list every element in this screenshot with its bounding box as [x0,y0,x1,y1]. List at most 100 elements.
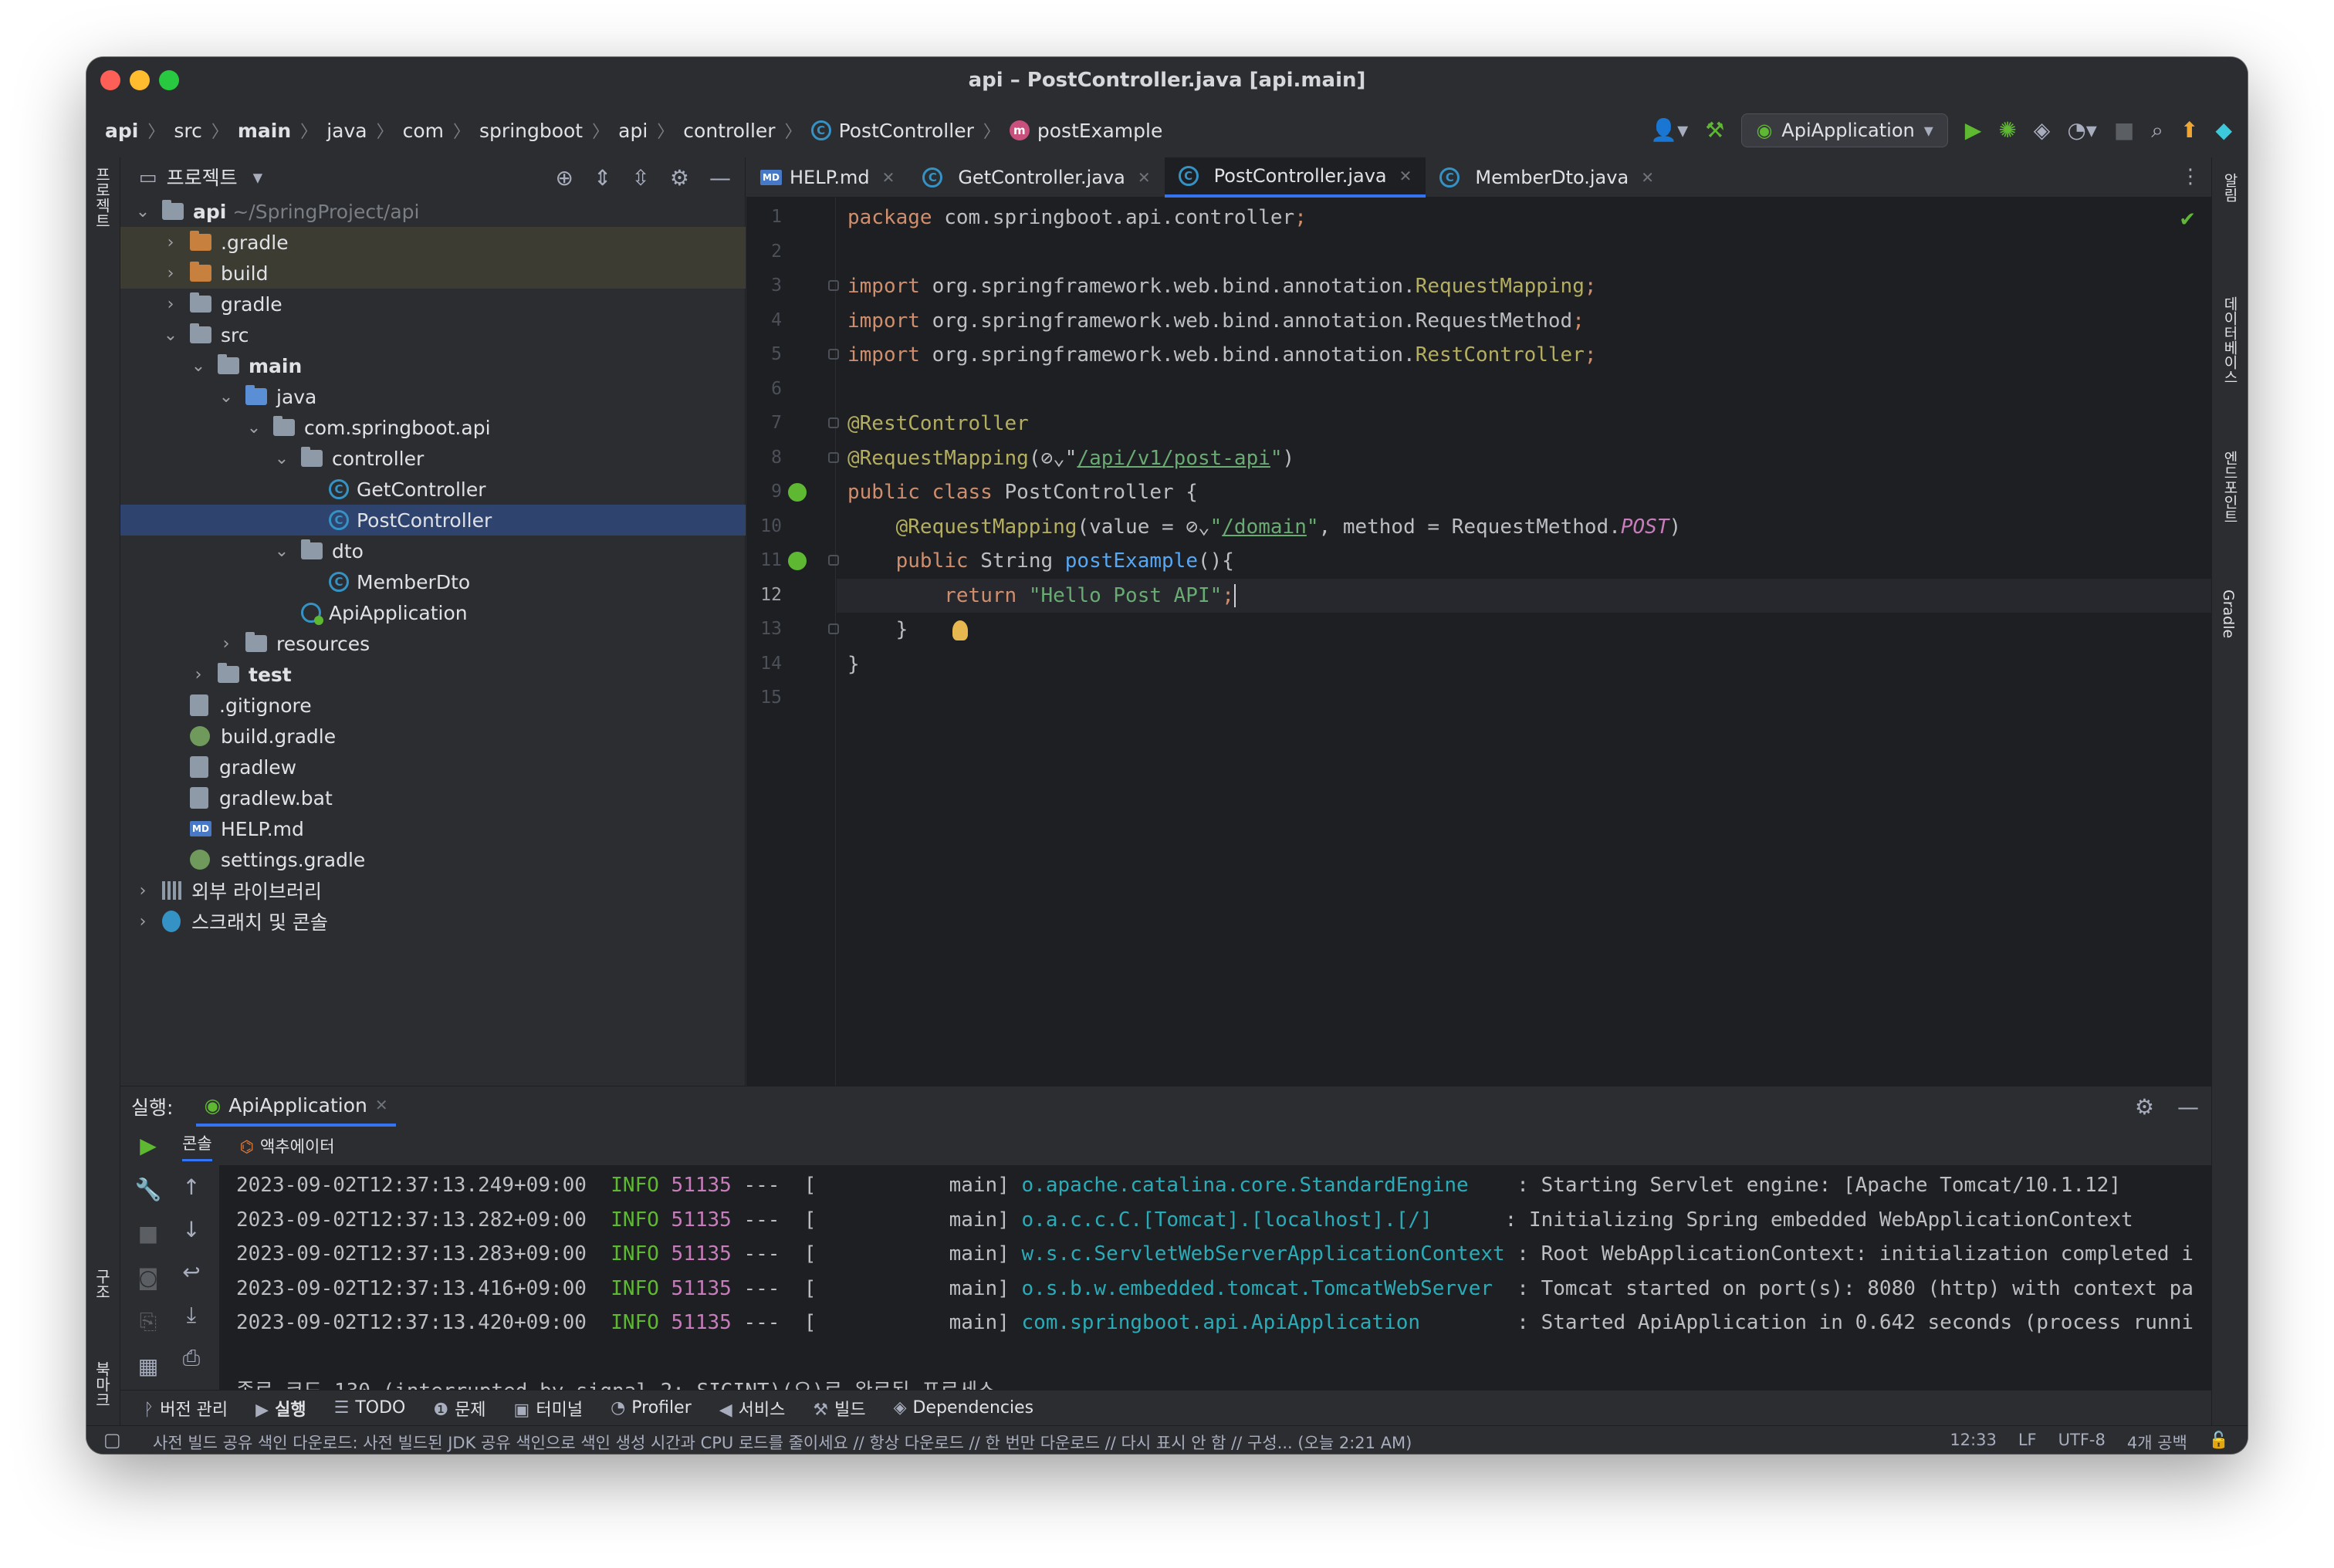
tool-button[interactable]: ◔ Profiler [611,1398,692,1418]
print-icon[interactable]: ⎙ [183,1345,200,1371]
console-output[interactable]: 2023-09-02T12:37:13.249+09:00 INFO 51135… [219,1165,2211,1391]
no-problems-check-icon[interactable]: ✔ [2179,208,2196,231]
tab-console[interactable]: 콘솔 [182,1131,212,1161]
tree-item[interactable]: ⌄ src [120,319,746,350]
wrench-icon[interactable]: 🔧 [135,1177,162,1202]
breadcrumb-item[interactable]: java 〉 [326,118,402,143]
spring-bean-icon[interactable] [788,483,807,502]
collapse-all-icon[interactable]: ⇳ [631,165,649,191]
coverage-icon[interactable]: ◈ [2034,120,2051,141]
scroll-down-icon[interactable]: ↓ [182,1217,200,1242]
lightbulb-icon[interactable] [952,620,968,640]
breadcrumb-item[interactable]: C PostController 〉 [810,118,1010,143]
run-tab-apiapplication[interactable]: ◉ ApiApplication ✕ [196,1086,396,1127]
chevron-down-icon[interactable]: ⌄ [190,357,207,376]
stop-icon[interactable]: ■ [138,1221,158,1246]
tool-button[interactable]: ᚹ 버전 관리 [144,1396,228,1421]
project-title[interactable]: 프로젝트 [167,163,238,191]
tree-item[interactable]: C MemberDto [120,566,746,597]
minimize-window-button[interactable] [130,70,150,90]
close-icon[interactable]: ✕ [1138,168,1151,187]
debug-icon[interactable]: ✺ [1998,120,2016,141]
tool-button[interactable]: ▣ 터미널 [514,1396,584,1421]
user-icon[interactable]: 👤▾ [1650,120,1688,141]
lock-icon[interactable]: 🔓 [2209,1431,2229,1454]
chevron-right-icon[interactable]: › [134,912,151,931]
chevron-down-icon[interactable]: ⌄ [218,387,235,407]
structure-tool-label[interactable]: 구조 [91,1269,113,1299]
chevron-down-icon[interactable]: ⌄ [245,418,262,438]
expand-all-icon[interactable]: ⇕ [594,165,611,191]
tree-item[interactable]: ⌄ api ~/SpringProject/api [120,196,746,227]
close-icon[interactable]: ✕ [882,168,895,187]
breadcrumb-item[interactable]: springboot 〉 [479,118,618,143]
locate-icon[interactable]: ⊕ [555,165,573,191]
file-encoding[interactable]: UTF-8 [2058,1431,2106,1454]
tab-actuator[interactable]: ⌬ 액추에이터 [240,1134,335,1157]
tree-item[interactable]: C PostController [120,505,746,536]
close-icon[interactable]: ✕ [1641,168,1654,187]
breadcrumb-item[interactable]: src 〉 [174,118,238,143]
scroll-up-icon[interactable]: ↑ [182,1174,200,1200]
run-icon[interactable]: ▶ [1965,120,1982,141]
tree-item[interactable]: C GetController [120,474,746,505]
tool-button[interactable]: ▶ 실행 [255,1396,306,1421]
breadcrumb-item[interactable]: m postExample [1009,120,1162,142]
status-message[interactable]: 사전 빌드 공유 색인 다운로드: 사전 빌드된 JDK 공유 색인으로 색인 … [153,1431,1412,1454]
tree-item[interactable]: gradlew [120,752,746,782]
tree-item[interactable]: › build [120,258,746,289]
editor-tab[interactable]: C GetController.java ✕ [908,157,1164,198]
bookmarks-tool-label[interactable]: 북마크 [91,1361,113,1407]
more-icon[interactable]: ⋮ [2180,165,2200,188]
tool-button[interactable]: ❶ 문제 [433,1396,485,1421]
breadcrumb-item[interactable]: api 〉 [618,118,683,143]
tree-item[interactable]: build.gradle [120,721,746,752]
tool-button[interactable]: ◈ Dependencies [894,1398,1034,1418]
breadcrumb-item[interactable]: main 〉 [238,118,326,143]
scroll-to-end-icon[interactable]: ⤓ [187,1302,196,1328]
close-window-button[interactable] [100,70,120,90]
database-tool-label[interactable]: 데이터베이스 [2220,296,2241,384]
code-editor[interactable]: package com.springboot.api.controller; im… [837,198,2211,1086]
tree-item[interactable]: ApiApplication [120,597,746,628]
tree-item[interactable]: ⌄ com.springboot.api [120,412,746,443]
rerun-icon[interactable]: ▶ [140,1133,157,1158]
indent-setting[interactable]: 4개 공백 [2127,1431,2187,1454]
chevron-right-icon[interactable]: › [134,881,151,901]
endpoint-icon[interactable] [788,552,807,570]
close-icon[interactable]: ✕ [1399,167,1412,185]
chevron-down-icon[interactable]: ⌄ [134,202,151,221]
camera-icon[interactable]: ◙ [137,1265,158,1290]
editor-tab[interactable]: C PostController.java ✕ [1164,157,1426,198]
tree-item[interactable]: › gradle [120,289,746,319]
tree-item[interactable]: .gitignore [120,690,746,721]
tree-item[interactable]: ⌄ controller [120,443,746,474]
search-icon[interactable]: ⌕ [2151,120,2163,141]
hide-icon[interactable]: — [2177,1094,2199,1120]
gear-icon[interactable]: ⚙ [2135,1094,2154,1120]
editor-tab[interactable]: C MemberDto.java ✕ [1426,157,1668,198]
tree-item[interactable]: MD HELP.md [120,813,746,844]
chevron-down-icon[interactable]: ▾ [253,166,263,188]
tree-item[interactable]: settings.gradle [120,844,746,875]
tree-item[interactable]: › resources [120,628,746,659]
editor-tab[interactable]: MD HELP.md ✕ [746,157,908,198]
endpoints-tool-label[interactable]: 엔드포인트 [2220,451,2241,524]
tree-item[interactable]: ⌄ java [120,381,746,412]
hide-icon[interactable]: — [709,165,731,191]
chevron-down-icon[interactable]: ⌄ [273,542,290,561]
maximize-window-button[interactable] [159,70,179,90]
update-icon[interactable]: ⬆ [2180,120,2198,141]
tree-item[interactable]: ⌄ main [120,350,746,381]
layout-icon[interactable]: ▦ [138,1353,158,1379]
tree-item[interactable]: › test [120,659,746,690]
gradle-tool-label[interactable]: Gradle [2220,590,2237,638]
caret-position[interactable]: 12:33 [1950,1431,1997,1454]
build-hammer-icon[interactable]: ⚒ [1705,120,1724,141]
project-tool-label[interactable]: 프로젝트 [91,167,113,228]
tree-item[interactable]: ⌄ dto [120,536,746,566]
soft-wrap-icon[interactable]: ↩ [182,1259,200,1285]
chevron-right-icon[interactable]: › [162,264,179,283]
panel-toggle-icon[interactable]: ▢ [103,1429,121,1451]
chevron-right-icon[interactable]: › [190,665,207,684]
